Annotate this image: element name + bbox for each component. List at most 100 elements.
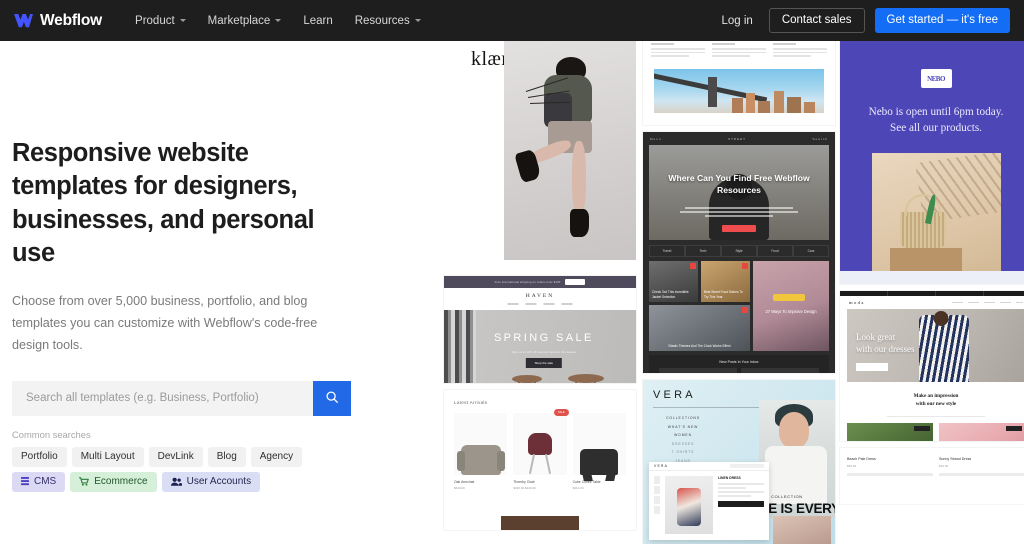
login-link[interactable]: Log in [715, 15, 758, 27]
blog-hero: Where Can You Find Free Webflow Resource… [649, 145, 829, 240]
vera-popup-thumbnails[interactable] [654, 476, 660, 534]
arrivals-product-3[interactable]: Cube Coffee Table $410.00 [572, 413, 626, 490]
moda-hero-button[interactable] [856, 363, 888, 371]
moda-feature-card-2[interactable] [939, 422, 1024, 441]
template-card-latest-arrivals[interactable]: Latest Arrivals Oak Armchair $640.00 SAL… [444, 390, 636, 530]
blog-menu-label[interactable]: Menu [650, 137, 662, 141]
tag-portfolio[interactable]: Portfolio [12, 446, 67, 467]
blog-tab-food[interactable]: Food [757, 245, 793, 257]
blog-post-grid: Check Out This Incredible Jacket Selecti… [649, 261, 829, 351]
template-card-city[interactable] [643, 41, 835, 125]
haven-stool-right [568, 374, 604, 383]
blog-hero-button[interactable] [722, 225, 756, 232]
moda-card-2-badge [1006, 425, 1022, 431]
nav-item-product[interactable]: Product [124, 0, 197, 41]
moda-brand: moda [849, 300, 865, 305]
haven-banner-button[interactable] [565, 279, 586, 285]
nebo-basket-photo [871, 152, 1001, 276]
template-card-moda[interactable]: moda Look great with our dresses Make an… [840, 291, 1024, 441]
webflow-logo-icon [14, 13, 33, 28]
tag-user-accounts-label: User Accounts [186, 475, 252, 487]
haven-brand: HAVEN [525, 293, 555, 299]
vera-nav-tshirts[interactable]: T-SHIRTS [653, 450, 713, 454]
blog-post-2[interactable]: Best Street Food Dishes To Try This Year [701, 261, 751, 302]
nav-item-resources[interactable]: Resources [344, 0, 432, 41]
tag-devlink[interactable]: DevLink [148, 446, 203, 467]
haven-hero-button[interactable]: Shop the sale [525, 358, 563, 368]
page-body: Responsive website templates for designe… [0, 41, 1024, 544]
vera-nav-women[interactable]: WOMEN [653, 433, 713, 437]
nebo-logo-icon: NEBO [920, 69, 952, 88]
haven-announcement-bar: Free international shipping on orders ov… [444, 276, 636, 288]
vera-popup-brand: VERA [654, 464, 669, 468]
search-submit-button[interactable] [313, 380, 351, 416]
template-card-products[interactable]: Beach Pale Dress $89.00 Sunny Strand Dre… [840, 448, 1024, 504]
tag-blog[interactable]: Blog [207, 446, 246, 467]
chevron-down-icon [275, 19, 282, 22]
tag-user-accounts[interactable]: User Accounts [161, 471, 261, 492]
arrivals-product-1[interactable]: Oak Armchair $640.00 [454, 413, 508, 490]
vera-secondary-thumb[interactable] [773, 516, 831, 544]
vera-nav-collections[interactable]: COLLECTIONS [653, 416, 713, 420]
city-skyline-photo [654, 69, 824, 113]
arrivals-product-3-name: Cube Coffee Table [572, 480, 601, 484]
template-card-vera[interactable]: VERA COLLECTIONS WHAT'S NEW WOMEN DRESSE… [643, 380, 835, 544]
blog-search-label[interactable]: Search [812, 137, 828, 141]
nav-item-learn-label: Learn [303, 14, 333, 27]
nav-left-group: Webflow Product Marketplace Learn Resour… [14, 0, 432, 41]
vera-nav-whats-new[interactable]: WHAT'S NEW [653, 425, 713, 429]
moda-nav-links[interactable] [952, 301, 1023, 304]
blog-post-3[interactable]: 27 Ways To Improve Design [753, 261, 829, 351]
haven-navbar: HAVEN [444, 288, 636, 310]
moda-feature-cards [847, 422, 1024, 441]
bridge-tower [708, 77, 717, 107]
vera-popup-navbar: VERA [649, 462, 769, 471]
blog-hero-title: Where Can You Find Free Webflow Resource… [668, 173, 810, 196]
blog-post-4[interactable]: Elastic Themes And The Clock Works Effec… [649, 305, 751, 351]
vera-nav-dresses[interactable]: DRESSES [653, 442, 713, 446]
moda-topbar [840, 291, 1024, 296]
tag-agency[interactable]: Agency [250, 446, 303, 467]
vera-popup-search-field[interactable] [730, 464, 764, 468]
blog-tab-tech[interactable]: Tech [685, 245, 721, 257]
sunglasses-decor [772, 294, 805, 302]
vera-product-popup[interactable]: VERA LINEN DRESS [649, 462, 769, 540]
vera-popup-add-to-cart-button[interactable] [718, 500, 764, 507]
common-search-tags: Portfolio Multi Layout DevLink Blog Agen… [12, 446, 342, 492]
get-started-button[interactable]: Get started — it's free [874, 7, 1010, 34]
blog-newsletter: New Posts In Your Inbox [649, 355, 829, 373]
city-text-columns [643, 41, 835, 59]
template-card-nebo[interactable]: NEBO Nebo is open until 6pm today. See a… [840, 41, 1024, 284]
product-item-2[interactable]: Sunny Strand Dress $94.00 [939, 453, 1024, 468]
nebo-footer-strip [840, 271, 1024, 284]
blog-tab-cars[interactable]: Cars [793, 245, 829, 257]
search-input[interactable] [12, 380, 313, 416]
nav-item-marketplace[interactable]: Marketplace [197, 0, 293, 41]
nav-item-learn[interactable]: Learn [292, 0, 343, 41]
product-item-1-name: Beach Pale Dress [847, 457, 876, 461]
arrivals-product-2[interactable]: SALE Thornby Chair $320.00 $240.00 [513, 409, 569, 490]
template-card-haven[interactable]: Free international shipping on orders ov… [444, 276, 636, 383]
tag-cms[interactable]: CMS [12, 471, 66, 492]
blog-tab-travel[interactable]: Travel [649, 245, 685, 257]
webflow-logo[interactable]: Webflow [14, 12, 102, 30]
arrivals-product-2-name: Thornby Chair [513, 480, 535, 484]
gallery-column-3: NEBO Nebo is open until 6pm today. See a… [840, 41, 1024, 511]
blog-category-tabs: Travel Tech Style Food Cars [649, 245, 829, 257]
contact-sales-button[interactable]: Contact sales [768, 7, 865, 34]
tag-multi-layout[interactable]: Multi Layout [71, 446, 144, 467]
tag-ecommerce[interactable]: Ecommerce [70, 471, 157, 492]
blog-tab-style[interactable]: Style [721, 245, 757, 257]
nebo-headline-line2: See all our products. [890, 121, 982, 134]
blog-navbar: Menu STREET Search [643, 132, 835, 145]
moda-hero-line2: with our dresses [856, 344, 915, 355]
product-item-1[interactable]: Beach Pale Dress $89.00 [847, 453, 933, 468]
moda-feature-card-1[interactable] [847, 422, 933, 441]
vera-brand: VERA [653, 389, 696, 401]
haven-hero: SPRING SALE Take up to 40% off selected … [444, 310, 636, 383]
template-card-klaer[interactable]: klær [444, 41, 636, 269]
users-icon [170, 477, 182, 487]
template-card-blog[interactable]: Menu STREET Search Where Can You Find Fr… [643, 132, 835, 373]
blog-post-1[interactable]: Check Out This Incredible Jacket Selecti… [649, 261, 698, 302]
tag-cms-label: CMS [34, 475, 57, 487]
